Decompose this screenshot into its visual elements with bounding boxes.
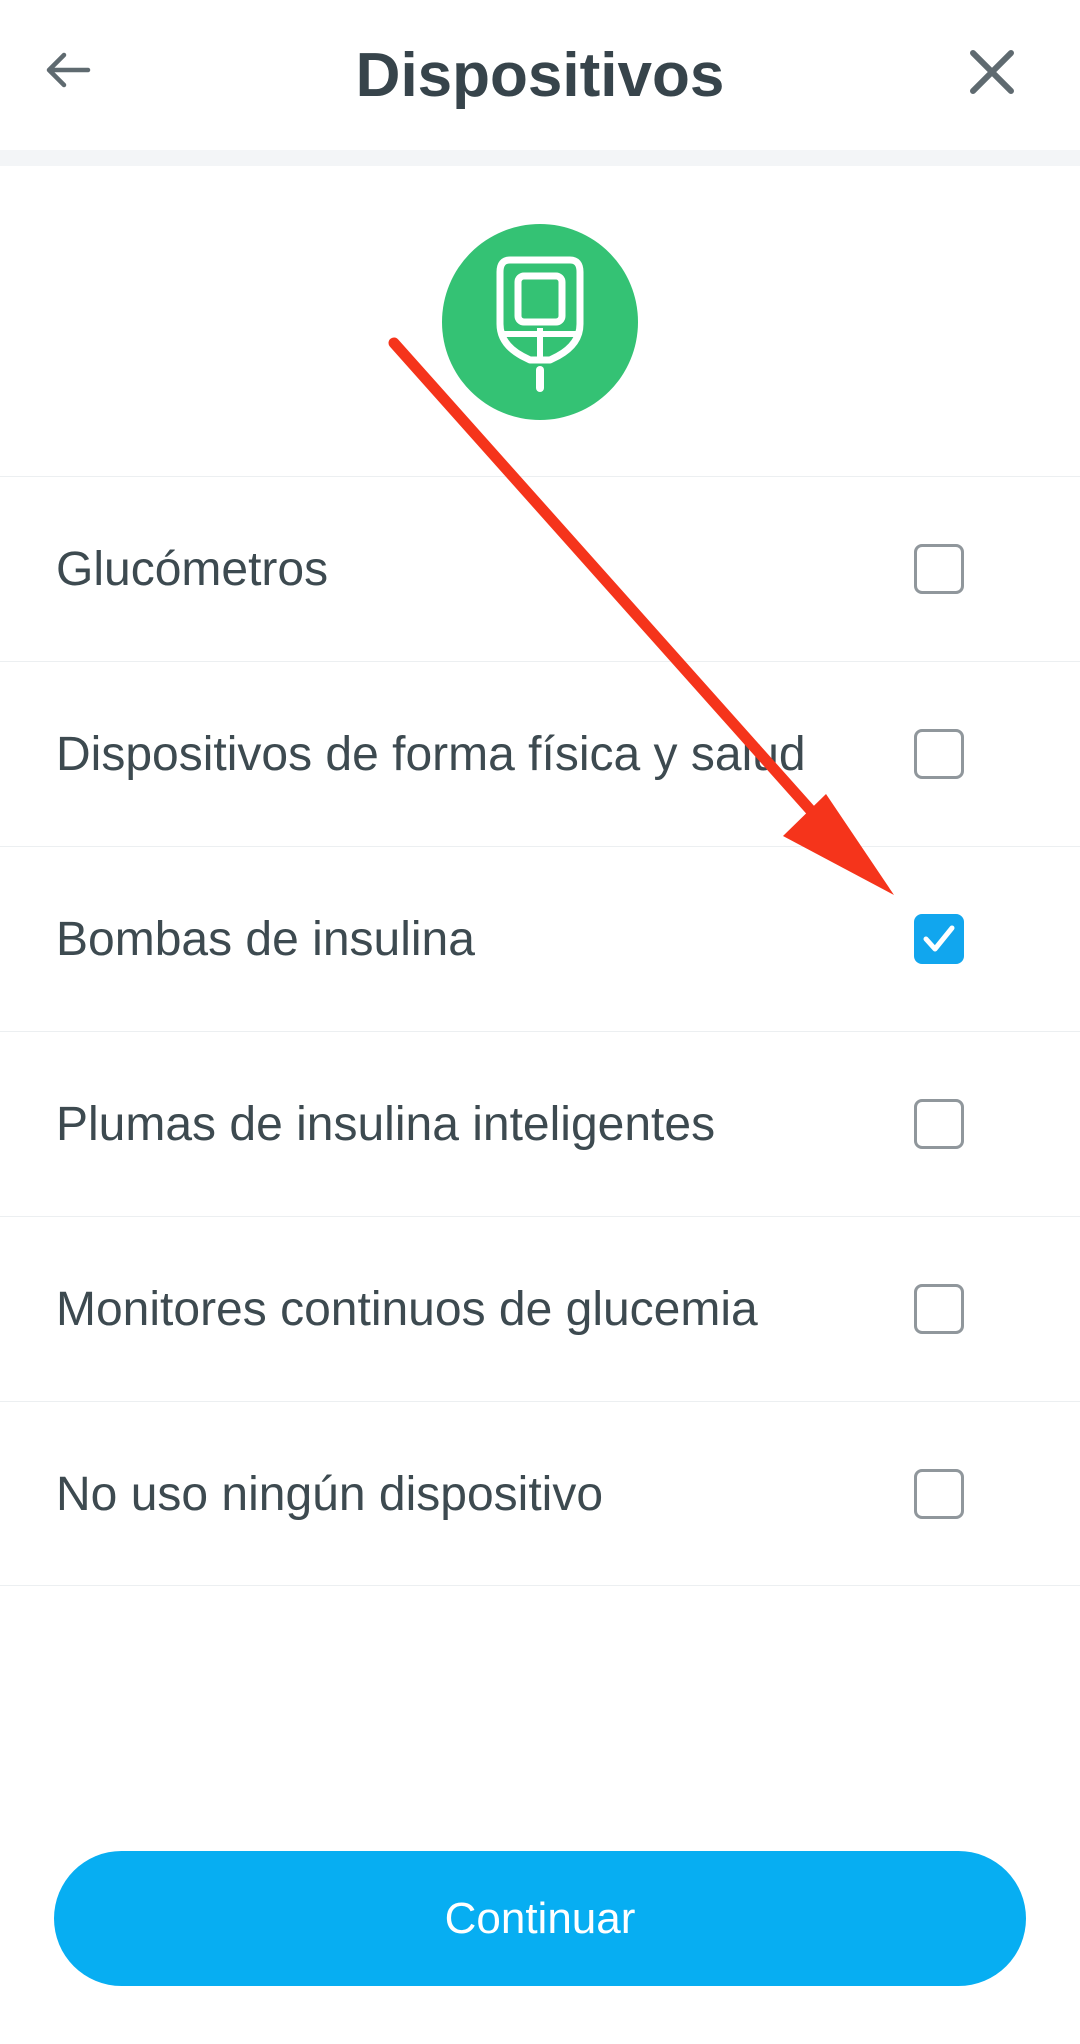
checkbox-cgm[interactable] [914, 1284, 964, 1334]
header-divider [0, 150, 1080, 166]
device-options-list: Glucómetros Dispositivos de forma física… [0, 476, 1080, 1586]
checkbox-insulin-pumps[interactable] [914, 914, 964, 964]
checkbox-no-device[interactable] [914, 1469, 964, 1519]
glucometer-icon [442, 224, 638, 420]
option-label: Bombas de insulina [56, 913, 475, 966]
checkbox-smart-insulin-pens[interactable] [914, 1099, 964, 1149]
option-label: Glucómetros [56, 543, 329, 596]
option-label: Plumas de insulina inteligentes [56, 1098, 716, 1151]
option-label: No uso ningún dispositivo [56, 1468, 604, 1521]
page-title: Dispositivos [355, 41, 725, 110]
checkbox-fitness-devices[interactable] [914, 729, 964, 779]
top-bar: Dispositivos [0, 0, 1080, 150]
back-button[interactable] [36, 38, 100, 102]
continue-button[interactable]: Continuar [54, 1851, 1026, 1986]
option-insulin-pumps[interactable]: Bombas de insulina [0, 846, 1080, 1031]
close-icon [970, 50, 1014, 94]
checkmark-icon [923, 925, 955, 952]
option-label: Dispositivos de forma física y salud [56, 728, 806, 781]
option-cgm[interactable]: Monitores continuos de glucemia [0, 1216, 1080, 1401]
arrow-left-icon [46, 52, 91, 88]
option-fitness-devices[interactable]: Dispositivos de forma física y salud [0, 661, 1080, 846]
close-button[interactable] [958, 38, 1026, 106]
option-smart-insulin-pens[interactable]: Plumas de insulina inteligentes [0, 1031, 1080, 1216]
checkbox-glucometros[interactable] [914, 544, 964, 594]
option-glucometros[interactable]: Glucómetros [0, 476, 1080, 661]
option-label: Monitores continuos de glucemia [56, 1283, 758, 1336]
option-no-device[interactable]: No uso ningún dispositivo [0, 1401, 1080, 1586]
